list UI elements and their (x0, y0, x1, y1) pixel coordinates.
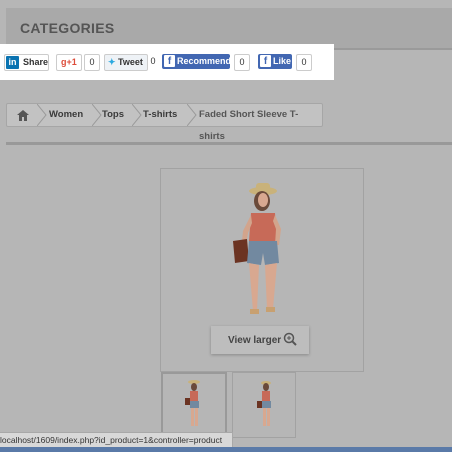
view-larger-button[interactable]: View larger (211, 326, 309, 354)
zoom-icon (283, 332, 297, 346)
google-plus-label: g+1 (61, 57, 77, 67)
tweet-button[interactable]: ✦ Tweet (104, 54, 148, 71)
breadcrumb-item-tshirts[interactable]: T-shirts (143, 104, 177, 126)
breadcrumb-item-women[interactable]: Women (49, 104, 83, 126)
browser-status-url: localhost/1609/index.php?id_product=1&co… (0, 432, 233, 448)
facebook-icon: f (260, 55, 271, 67)
google-plus-button[interactable]: g+1 (56, 54, 82, 71)
thumbnail-image (257, 381, 271, 426)
facebook-icon: f (164, 55, 175, 67)
tweet-count: 0 (150, 56, 156, 66)
linkedin-share-label: Share (23, 57, 49, 67)
breadcrumb-separator (187, 104, 197, 126)
facebook-like-button[interactable]: f Like (258, 54, 292, 69)
breadcrumb-separator (92, 104, 102, 126)
product-thumbnail-1[interactable] (161, 372, 227, 440)
view-larger-label: View larger (228, 335, 282, 346)
facebook-like-label: Like (273, 56, 292, 66)
google-plus-count: 0 (84, 54, 100, 71)
breadcrumb-separator (37, 104, 47, 126)
twitter-bird-icon: ✦ (108, 57, 116, 67)
facebook-like-count: 0 (296, 54, 312, 71)
facebook-recommend-count: 0 (234, 54, 250, 71)
breadcrumb: Women Tops T-shirts Faded Short Sleeve T… (6, 103, 323, 142)
thumbnail-image (185, 380, 200, 426)
breadcrumb-item-tops[interactable]: Tops (102, 104, 124, 126)
linkedin-icon: in (6, 56, 19, 69)
product-thumbnail-2[interactable] (232, 372, 296, 438)
home-icon[interactable] (17, 104, 31, 126)
categories-title: CATEGORIES (20, 20, 115, 36)
section-divider (6, 142, 452, 145)
linkedin-share-button[interactable]: in Share (4, 54, 49, 71)
facebook-recommend-label: Recommend (177, 56, 232, 66)
facebook-recommend-button[interactable]: f Recommend (162, 54, 232, 69)
taskbar-edge (0, 447, 452, 452)
breadcrumb-separator (132, 104, 142, 126)
breadcrumb-current-item: Faded Short Sleeve T-shirts (199, 109, 299, 142)
tweet-label: Tweet (118, 57, 143, 67)
